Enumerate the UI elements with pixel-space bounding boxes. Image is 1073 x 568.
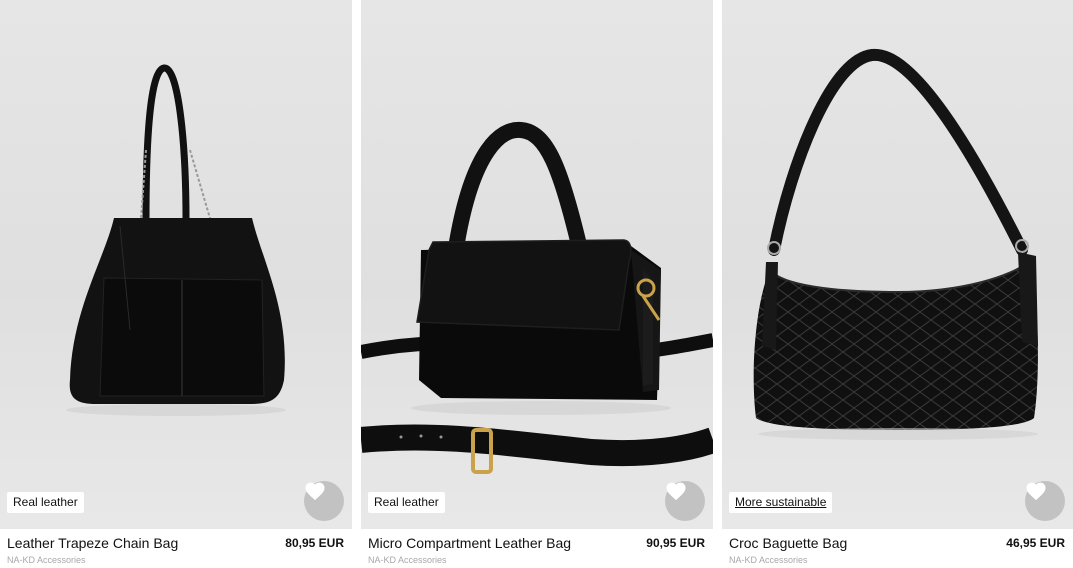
heart-icon [305, 482, 325, 501]
real-leather-badge: Real leather [7, 492, 84, 513]
heart-icon [666, 482, 686, 501]
wishlist-button[interactable] [1025, 481, 1065, 521]
product-card[interactable]: Real leather Leather Trapeze Chain Bag 8… [0, 0, 352, 568]
product-name[interactable]: Micro Compartment Leather Bag [368, 535, 571, 551]
product-brand: NA-KD Accessories [368, 555, 447, 565]
product-image[interactable]: Real leather [361, 0, 713, 529]
product-image[interactable]: Real leather [0, 0, 352, 529]
product-grid: Real leather Leather Trapeze Chain Bag 8… [0, 0, 1073, 568]
product-card[interactable]: More sustainable Croc Baguette Bag 46,95… [722, 0, 1073, 568]
wishlist-button[interactable] [665, 481, 705, 521]
heart-icon [1026, 482, 1046, 501]
product-image[interactable]: More sustainable [722, 0, 1073, 529]
product-info: Micro Compartment Leather Bag 90,95 EUR … [368, 535, 705, 568]
product-card[interactable]: Real leather Micro Compartment Leather B… [361, 0, 713, 568]
sustainability-badge[interactable]: More sustainable [729, 492, 833, 513]
product-info: Leather Trapeze Chain Bag 80,95 EUR NA-K… [7, 535, 344, 568]
product-price: 80,95 EUR [285, 536, 344, 550]
wishlist-button[interactable] [304, 481, 344, 521]
product-brand: NA-KD Accessories [729, 555, 808, 565]
real-leather-badge: Real leather [368, 492, 445, 513]
crossbody-bag-icon [361, 121, 713, 474]
product-price: 90,95 EUR [646, 536, 705, 550]
product-brand: NA-KD Accessories [7, 555, 86, 565]
product-info: Croc Baguette Bag 46,95 EUR NA-KD Access… [729, 535, 1065, 568]
product-name[interactable]: Croc Baguette Bag [729, 535, 847, 551]
product-name[interactable]: Leather Trapeze Chain Bag [7, 535, 178, 551]
tote-bag-icon [66, 64, 286, 416]
baguette-bag-icon [753, 48, 1038, 440]
product-price: 46,95 EUR [1006, 536, 1065, 550]
